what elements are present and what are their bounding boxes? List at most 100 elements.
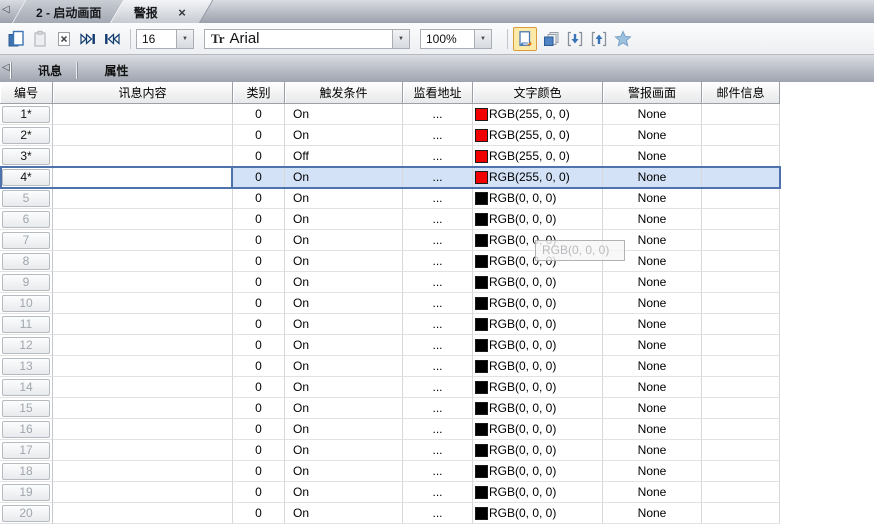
watch-address-cell[interactable]: ... xyxy=(403,503,473,524)
column-header-category[interactable]: 类别 xyxy=(233,82,285,104)
alarm-row-9[interactable]: 90On...RGB(0, 0, 0)None xyxy=(0,272,874,293)
alarm-row-13[interactable]: 130On...RGB(0, 0, 0)None xyxy=(0,356,874,377)
alarm-row-17[interactable]: 170On...RGB(0, 0, 0)None xyxy=(0,440,874,461)
row-number-button[interactable]: 10 xyxy=(2,295,50,312)
message-content-cell[interactable] xyxy=(53,293,233,314)
row-number-cell[interactable]: 14 xyxy=(0,377,53,398)
alarm-screen-cell[interactable]: None xyxy=(603,440,702,461)
email-info-cell[interactable] xyxy=(702,440,780,461)
alarm-screen-cell[interactable]: None xyxy=(603,104,702,125)
row-number-cell[interactable]: 2* xyxy=(0,125,53,146)
alarm-row-20[interactable]: 20 0On...RGB(0, 0, 0)None xyxy=(0,503,874,524)
alarm-row-11[interactable]: 110On...RGB(0, 0, 0)None xyxy=(0,314,874,335)
row-number-button[interactable]: 2* xyxy=(2,127,50,144)
row-number-button[interactable]: 3* xyxy=(2,148,50,165)
trigger-condition-cell[interactable]: On xyxy=(285,503,403,524)
row-number-cell[interactable]: 3* xyxy=(0,146,53,167)
chevron-down-icon[interactable]: ▼ xyxy=(474,30,491,48)
message-content-cell[interactable] xyxy=(53,209,233,230)
text-color-cell[interactable]: RGB(0, 0, 0) xyxy=(473,293,603,314)
delete-page-icon[interactable] xyxy=(53,28,75,50)
watch-address-cell[interactable]: ... xyxy=(403,377,473,398)
text-color-cell[interactable]: RGB(0, 0, 0) xyxy=(473,503,603,524)
trigger-condition-cell[interactable]: On xyxy=(285,167,403,188)
message-content-cell[interactable] xyxy=(53,419,233,440)
tab-scroll-left-icon[interactable]: ◁ xyxy=(2,4,10,15)
import-down-icon[interactable] xyxy=(564,28,586,50)
alarm-row-8[interactable]: 80On...RGB(0, 0, 0)None xyxy=(0,251,874,272)
column-header-trigger[interactable]: 触发条件 xyxy=(285,82,403,104)
trigger-condition-cell[interactable]: On xyxy=(285,335,403,356)
alarm-row-16[interactable]: 160On...RGB(0, 0, 0)None xyxy=(0,419,874,440)
watch-address-cell[interactable]: ... xyxy=(403,314,473,335)
watch-address-cell[interactable]: ... xyxy=(403,419,473,440)
message-content-cell[interactable] xyxy=(53,188,233,209)
email-info-cell[interactable] xyxy=(702,251,780,272)
row-number-button[interactable]: 18 xyxy=(2,463,50,480)
alarm-screen-cell[interactable]: None xyxy=(603,398,702,419)
column-header-textcolor[interactable]: 文字颜色 xyxy=(473,82,603,104)
watch-address-cell[interactable]: ... xyxy=(403,482,473,503)
message-content-cell[interactable] xyxy=(53,461,233,482)
alarm-screen-cell[interactable]: None xyxy=(603,125,702,146)
trigger-condition-cell[interactable]: On xyxy=(285,314,403,335)
row-number-button[interactable]: 7 xyxy=(2,232,50,249)
email-info-cell[interactable] xyxy=(702,356,780,377)
text-color-cell[interactable]: RGB(0, 0, 0) xyxy=(473,314,603,335)
message-content-cell[interactable] xyxy=(53,482,233,503)
text-color-cell[interactable]: RGB(0, 0, 0) xyxy=(473,209,603,230)
row-number-cell[interactable]: 12 xyxy=(0,335,53,356)
email-info-cell[interactable] xyxy=(702,377,780,398)
alarm-row-14[interactable]: 140On...RGB(0, 0, 0)None xyxy=(0,377,874,398)
row-number-cell[interactable]: 5 xyxy=(0,188,53,209)
email-info-cell[interactable] xyxy=(702,146,780,167)
text-color-cell[interactable]: RGB(255, 0, 0) xyxy=(473,146,603,167)
zoom-value[interactable]: 100% xyxy=(421,32,474,46)
message-content-cell[interactable] xyxy=(53,104,233,125)
message-content-cell[interactable] xyxy=(53,503,233,524)
row-number-cell[interactable]: 4* xyxy=(0,167,53,188)
watch-address-cell[interactable]: ... xyxy=(403,440,473,461)
text-color-cell[interactable]: RGB(0, 0, 0) xyxy=(473,419,603,440)
category-cell[interactable]: 0 xyxy=(233,335,285,356)
email-info-cell[interactable] xyxy=(702,272,780,293)
category-cell[interactable]: 0 xyxy=(233,125,285,146)
watch-address-cell[interactable]: ... xyxy=(403,293,473,314)
row-number-button[interactable]: 1* xyxy=(2,106,50,123)
category-cell[interactable]: 0 xyxy=(233,461,285,482)
trigger-condition-cell[interactable]: On xyxy=(285,104,403,125)
font-family-combobox[interactable]: Tr Arial ▼ xyxy=(204,29,410,49)
alarm-screen-cell[interactable]: None xyxy=(603,356,702,377)
tab-message[interactable]: 讯息 xyxy=(10,55,80,82)
category-cell[interactable]: 0 xyxy=(233,167,285,188)
watch-address-cell[interactable]: ... xyxy=(403,125,473,146)
close-tab-icon[interactable]: × xyxy=(172,2,200,20)
email-info-cell[interactable] xyxy=(702,398,780,419)
alarm-row-12[interactable]: 120On...RGB(0, 0, 0)None xyxy=(0,335,874,356)
alarm-screen-cell[interactable]: None xyxy=(603,377,702,398)
alarm-screen-cell[interactable]: None xyxy=(603,314,702,335)
row-number-cell[interactable]: 20 xyxy=(0,503,53,524)
alarm-screen-cell[interactable]: None xyxy=(603,503,702,524)
row-number-cell[interactable]: 7 xyxy=(0,230,53,251)
email-info-cell[interactable] xyxy=(702,293,780,314)
text-color-cell[interactable]: RGB(0, 0, 0) xyxy=(473,377,603,398)
text-color-cell[interactable]: RGB(0, 0, 0) xyxy=(473,461,603,482)
row-number-cell[interactable]: 6 xyxy=(0,209,53,230)
paste-icon[interactable] xyxy=(29,28,51,50)
column-header-email[interactable]: 邮件信息 xyxy=(702,82,780,104)
row-number-button[interactable]: 15 xyxy=(2,400,50,417)
alarm-screen-cell[interactable]: None xyxy=(603,209,702,230)
category-cell[interactable]: 0 xyxy=(233,503,285,524)
email-info-cell[interactable] xyxy=(702,188,780,209)
row-number-cell[interactable]: 10 xyxy=(0,293,53,314)
alarm-row-3[interactable]: 3*0Off...RGB(255, 0, 0)None xyxy=(0,146,874,167)
text-color-cell[interactable]: RGB(255, 0, 0) xyxy=(473,167,603,188)
text-color-cell[interactable]: RGB(0, 0, 0) xyxy=(473,335,603,356)
message-content-cell[interactable] xyxy=(53,440,233,461)
category-cell[interactable]: 0 xyxy=(233,104,285,125)
chevron-down-icon[interactable]: ▼ xyxy=(392,30,409,48)
row-number-button[interactable]: 9 xyxy=(2,274,50,291)
category-cell[interactable]: 0 xyxy=(233,440,285,461)
watch-address-cell[interactable]: ... xyxy=(403,104,473,125)
